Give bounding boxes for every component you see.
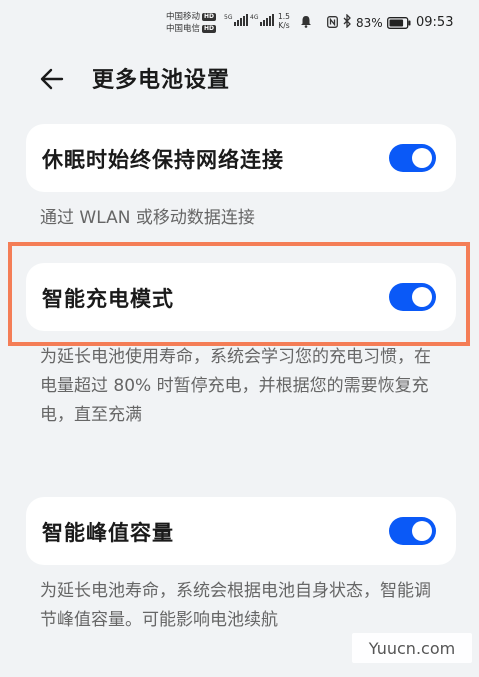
setting-description-keep-network: 通过 WLAN 或移动数据连接 <box>40 208 255 228</box>
battery-settings-screen: 中国移动 HD 中国电信 HD 5G 4G 1.5 K/s 83% 09:53 … <box>0 0 479 677</box>
watermark: Yuucn.com <box>352 633 472 663</box>
carrier-1-label: 中国移动 <box>166 12 201 22</box>
network-type-4g: 4G <box>250 14 259 21</box>
carrier-2-label: 中国电信 <box>166 24 201 34</box>
setting-card-keep-network[interactable]: 休眠时始终保持网络连接 <box>26 124 456 192</box>
setting-description-smart-charging: 为延长电池使用寿命，系统会学习您的充电习惯，在电量超过 80% 时暂停充电，并根… <box>40 347 431 425</box>
peak-capacity-toggle[interactable] <box>389 517 436 545</box>
hd-badge-2: HD <box>202 25 217 33</box>
carrier-info: 中国移动 HD 中国电信 HD <box>166 11 217 35</box>
setting-description-peak-capacity: 为延长电池寿命，系统会根据电池自身状态，智能调节峰值容量。可能影响电池续航 <box>40 581 431 630</box>
back-arrow-icon[interactable] <box>38 64 68 94</box>
nfc-icon <box>327 16 338 28</box>
setting-label-peak-capacity: 智能峰值容量 <box>42 521 174 545</box>
status-clock: 09:53 <box>416 15 454 30</box>
bluetooth-icon <box>343 14 351 28</box>
network-speed: 1.5 K/s <box>278 12 290 30</box>
setting-card-peak-capacity[interactable]: 智能峰值容量 <box>26 497 456 565</box>
setting-label-keep-network: 休眠时始终保持网络连接 <box>42 148 284 172</box>
notification-bell-icon <box>301 16 311 28</box>
battery-percent: 83% <box>356 16 383 30</box>
toggle-knob <box>412 148 432 168</box>
status-bar: 中国移动 HD 中国电信 HD 5G 4G 1.5 K/s 83% 09:53 <box>0 0 479 44</box>
signal-icon-5g: 5G <box>224 14 249 26</box>
battery-icon <box>387 17 411 29</box>
page-title: 更多电池设置 <box>92 68 231 93</box>
network-speed-value: 1.5 <box>278 12 290 21</box>
highlight-annotation-frame <box>8 242 470 346</box>
toggle-knob <box>412 521 432 541</box>
keep-network-toggle[interactable] <box>389 144 436 172</box>
network-type-5g: 5G <box>224 14 233 21</box>
hd-badge-1: HD <box>202 13 217 21</box>
network-speed-unit: K/s <box>278 21 290 30</box>
signal-icon-4g: 4G <box>250 14 275 26</box>
